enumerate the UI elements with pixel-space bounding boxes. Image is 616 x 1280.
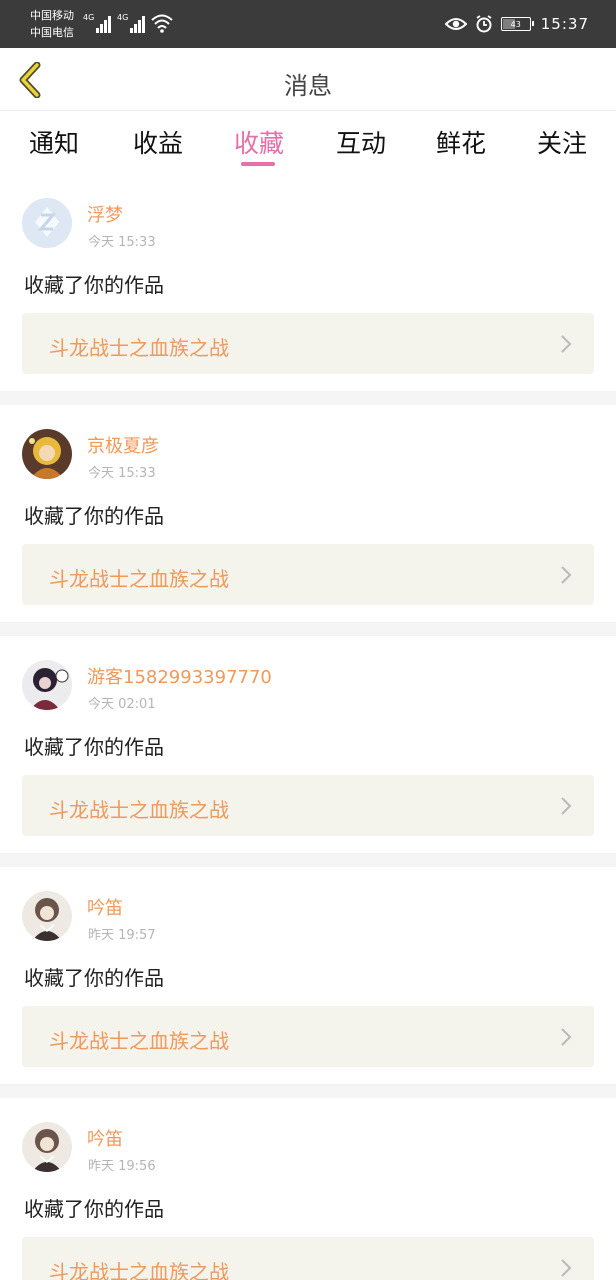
status-bar: 中国移动 中国电信 4G 4G 43 15:37 xyxy=(0,0,616,48)
signal-2-icon: 4G xyxy=(117,13,146,33)
battery-icon: 43 xyxy=(500,17,534,31)
message-time: 今天 15:33 xyxy=(88,466,156,481)
message-item: 吟笛 昨天 19:56 收藏了你的作品 斗龙战士之血族之战 xyxy=(0,1098,616,1280)
divider xyxy=(0,1084,616,1098)
avatar-image xyxy=(22,429,72,479)
chevron-right-icon xyxy=(561,1259,572,1277)
avatar[interactable] xyxy=(22,660,72,710)
message-text: 收藏了你的作品 xyxy=(24,273,164,297)
message-time: 今天 02:01 xyxy=(88,697,156,712)
message-text: 收藏了你的作品 xyxy=(24,504,164,528)
carrier-2: 中国电信 xyxy=(30,26,74,39)
carrier-info: 中国移动 中国电信 xyxy=(30,7,74,41)
work-link[interactable]: 斗龙战士之血族之战 xyxy=(22,1237,594,1280)
work-link[interactable]: 斗龙战士之血族之战 xyxy=(22,544,594,605)
username[interactable]: 京极夏彦 xyxy=(87,432,159,458)
avatar-image xyxy=(22,1122,72,1172)
message-item: 吟笛 昨天 19:57 收藏了你的作品 斗龙战士之血族之战 xyxy=(0,867,616,1084)
eye-icon xyxy=(444,18,467,30)
tab-interactions[interactable]: 互动 xyxy=(321,124,401,160)
work-link[interactable]: 斗龙战士之血族之战 xyxy=(22,1006,594,1067)
chevron-right-icon xyxy=(561,797,572,815)
chevron-right-icon xyxy=(561,566,572,584)
active-tab-indicator xyxy=(241,162,275,166)
tab-following[interactable]: 关注 xyxy=(522,124,602,160)
avatar[interactable] xyxy=(22,198,72,248)
divider xyxy=(0,853,616,867)
tab-favorites[interactable]: 收藏 xyxy=(219,124,299,160)
signal-1-icon: 4G xyxy=(83,13,112,33)
divider xyxy=(0,622,616,636)
alarm-icon xyxy=(476,15,492,33)
chevron-right-icon xyxy=(561,335,572,353)
avatar[interactable] xyxy=(22,891,72,941)
message-time: 昨天 19:56 xyxy=(88,1159,156,1174)
message-item: 浮梦 今天 15:33 收藏了你的作品 斗龙战士之血族之战 xyxy=(0,174,616,391)
username[interactable]: 吟笛 xyxy=(87,1125,123,1151)
page-title: 消息 xyxy=(284,72,332,100)
message-time: 昨天 19:57 xyxy=(88,928,156,943)
work-link[interactable]: 斗龙战士之血族之战 xyxy=(22,313,594,374)
tab-flowers[interactable]: 鲜花 xyxy=(421,124,501,160)
avatar-image xyxy=(22,891,72,941)
avatar[interactable] xyxy=(22,1122,72,1172)
username[interactable]: 浮梦 xyxy=(87,201,123,227)
tab-notifications[interactable]: 通知 xyxy=(14,124,94,160)
wifi-icon xyxy=(151,14,173,33)
avatar-image xyxy=(22,660,72,710)
work-title: 斗龙战士之血族之战 xyxy=(49,567,229,591)
work-link[interactable]: 斗龙战士之血族之战 xyxy=(22,775,594,836)
work-title: 斗龙战士之血族之战 xyxy=(49,1260,229,1280)
avatar[interactable] xyxy=(22,429,72,479)
work-title: 斗龙战士之血族之战 xyxy=(49,1029,229,1053)
message-text: 收藏了你的作品 xyxy=(24,966,164,990)
battery-level: 43 xyxy=(510,19,521,29)
network-1: 4G xyxy=(83,13,95,22)
default-avatar-icon xyxy=(22,198,72,248)
message-item: 游客1582993397770 今天 02:01 收藏了你的作品 斗龙战士之血族… xyxy=(0,636,616,853)
message-text: 收藏了你的作品 xyxy=(24,1197,164,1221)
username[interactable]: 吟笛 xyxy=(87,894,123,920)
work-title: 斗龙战士之血族之战 xyxy=(49,798,229,822)
header-bar: 消息 xyxy=(0,48,616,111)
work-title: 斗龙战士之血族之战 xyxy=(49,336,229,360)
message-time: 今天 15:33 xyxy=(88,235,156,250)
clock: 15:37 xyxy=(540,15,589,33)
message-list: 浮梦 今天 15:33 收藏了你的作品 斗龙战士之血族之战 京极夏彦 今天 15… xyxy=(0,174,616,1280)
network-2: 4G xyxy=(117,13,129,22)
tab-earnings[interactable]: 收益 xyxy=(118,124,198,160)
carrier-1: 中国移动 xyxy=(30,9,74,22)
tab-bar: 通知 收益 收藏 互动 鲜花 关注 xyxy=(0,112,616,174)
message-text: 收藏了你的作品 xyxy=(24,735,164,759)
username[interactable]: 游客1582993397770 xyxy=(87,663,272,689)
divider xyxy=(0,391,616,405)
message-item: 京极夏彦 今天 15:33 收藏了你的作品 斗龙战士之血族之战 xyxy=(0,405,616,622)
chevron-right-icon xyxy=(561,1028,572,1046)
